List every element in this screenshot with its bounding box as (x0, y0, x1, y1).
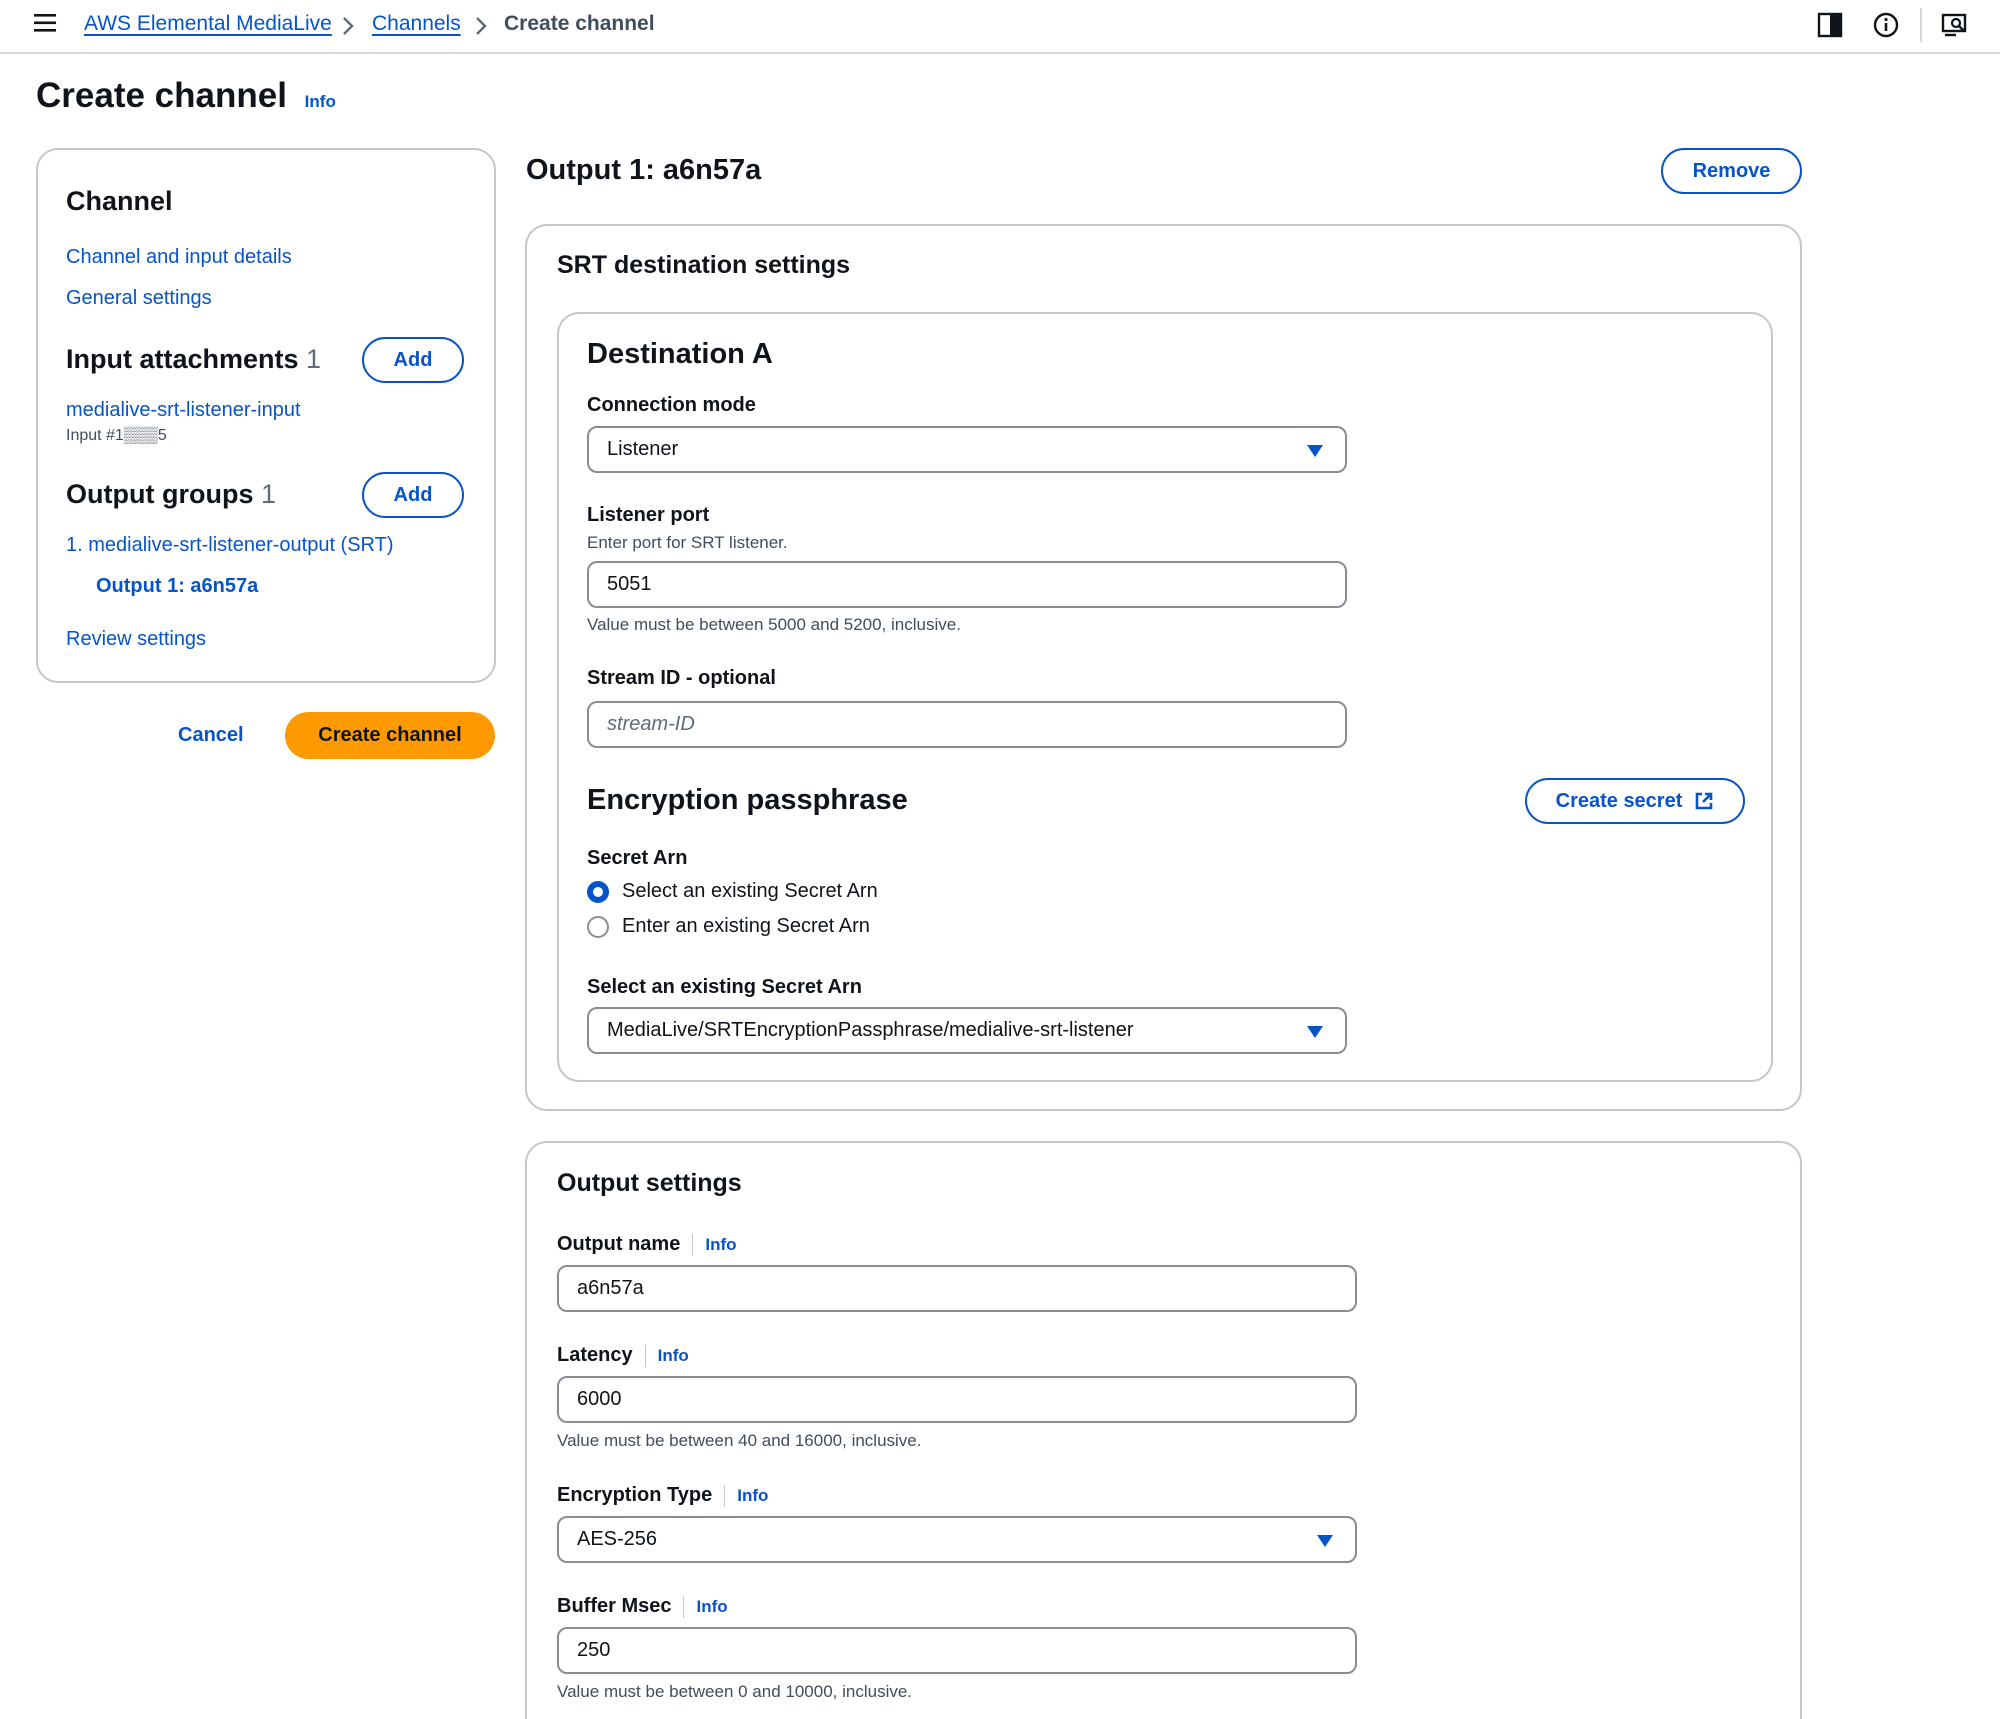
output-title: Output 1: a6n57a (526, 154, 762, 186)
nav-input-attachments-heading: Input attachments 1 (66, 344, 321, 375)
toolbar-divider (1920, 8, 1922, 42)
tutorial-panel-icon[interactable] (1940, 10, 1970, 40)
caret-down-icon (1317, 1535, 1333, 1547)
external-link-icon (1696, 792, 1713, 810)
breadcrumb-current: Create channel (504, 12, 655, 35)
nav-input-link[interactable]: medialive-srt-listener-input (66, 399, 301, 422)
remove-button[interactable]: Remove (1661, 148, 1802, 194)
secret-arn-value: MediaLive/SRTEncryptionPassphrase/medial… (607, 1019, 1134, 1041)
listener-port-value: 5051 (607, 573, 652, 595)
radio-select-existing-secret[interactable]: Select an existing Secret Arn (587, 880, 878, 903)
info-circle-icon[interactable] (1871, 10, 1901, 40)
output-name-label-text: Output name (557, 1233, 681, 1255)
latency-label: Latency Info (557, 1344, 689, 1367)
nav-output-group-item[interactable]: 1. medialive-srt-listener-output (SRT) (66, 534, 394, 557)
buffer-msec-info-link[interactable]: Info (696, 1597, 727, 1616)
destination-a-heading: Destination A (587, 338, 773, 370)
output-settings-heading: Output settings (557, 1169, 742, 1197)
stream-id-placeholder: stream-ID (607, 713, 695, 735)
add-input-button[interactable]: Add (362, 337, 464, 383)
encryption-type-select[interactable]: AES-256 (557, 1516, 1357, 1563)
output-settings-panel: Output settings Output name Info a6n57a L… (525, 1141, 1802, 1719)
secret-arn-select[interactable]: MediaLive/SRTEncryptionPassphrase/medial… (587, 1007, 1347, 1054)
select-secret-label: Select an existing Secret Arn (587, 976, 862, 998)
cancel-button[interactable]: Cancel (178, 724, 244, 747)
label-divider (644, 1344, 646, 1367)
encryption-type-label: Encryption Type Info (557, 1484, 768, 1507)
label-divider (683, 1595, 685, 1618)
radio-select-existing-label: Select an existing Secret Arn (622, 880, 878, 902)
breadcrumb-channels[interactable]: Channels (372, 12, 461, 36)
listener-port-description: Enter port for SRT listener. (587, 533, 788, 552)
encryption-type-label-text: Encryption Type (557, 1484, 713, 1506)
chevron-right-icon (343, 17, 354, 35)
listener-port-hint: Value must be between 5000 and 5200, inc… (587, 615, 961, 634)
latency-value: 6000 (577, 1388, 622, 1410)
stream-id-label: Stream ID - optional (587, 667, 776, 689)
nav-output-item-active[interactable]: Output 1: a6n57a (96, 575, 258, 598)
stream-id-input[interactable]: stream-ID (587, 701, 1347, 748)
wizard-navigation: Channel Channel and input details Genera… (36, 148, 496, 683)
caret-down-icon (1307, 1026, 1323, 1038)
latency-input[interactable]: 6000 (557, 1376, 1357, 1423)
encryption-type-value: AES-256 (577, 1528, 658, 1550)
page-title-text: Create channel (36, 76, 287, 115)
page-info-link[interactable]: Info (305, 92, 336, 111)
page-title: Create channel Info (36, 76, 336, 116)
breadcrumb-medialive[interactable]: AWS Elemental MediaLive (84, 12, 332, 36)
nav-output-groups-label: Output groups (66, 479, 254, 509)
latency-label-text: Latency (557, 1344, 633, 1366)
nav-output-groups-heading: Output groups 1 (66, 479, 276, 510)
hamburger-menu-icon[interactable] (34, 12, 58, 34)
label-divider (724, 1484, 726, 1507)
buffer-msec-hint: Value must be between 0 and 10000, inclu… (557, 1682, 913, 1701)
output-name-label: Output name Info (557, 1233, 737, 1256)
encryption-passphrase-heading: Encryption passphrase (587, 784, 908, 816)
add-output-group-button[interactable]: Add (362, 472, 464, 518)
radio-enter-existing-secret[interactable]: Enter an existing Secret Arn (587, 915, 870, 938)
latency-hint: Value must be between 40 and 16000, incl… (557, 1431, 922, 1450)
output-name-value: a6n57a (577, 1277, 644, 1299)
buffer-msec-value: 250 (577, 1639, 611, 1661)
connection-mode-value: Listener (607, 438, 679, 460)
split-panel-icon[interactable] (1815, 10, 1845, 40)
create-channel-button[interactable]: Create channel (285, 712, 495, 759)
nav-review-settings[interactable]: Review settings (66, 628, 206, 651)
radio-checked-icon[interactable] (587, 880, 609, 903)
connection-mode-select[interactable]: Listener (587, 426, 1347, 473)
label-divider (692, 1233, 694, 1256)
output-name-info-link[interactable]: Info (705, 1235, 736, 1254)
srt-settings-heading: SRT destination settings (557, 251, 851, 279)
nav-input-id: Input #1▒▒▒5 (66, 427, 167, 444)
connection-mode-label: Connection mode (587, 394, 756, 416)
destination-a-panel: Destination A Connection mode Listener L… (557, 312, 1773, 1082)
nav-general-settings[interactable]: General settings (66, 287, 212, 310)
listener-port-label: Listener port (587, 504, 710, 526)
output-name-input[interactable]: a6n57a (557, 1265, 1357, 1312)
radio-unchecked-icon[interactable] (587, 915, 609, 938)
nav-channel-heading: Channel (66, 186, 173, 216)
nav-input-attachments-label: Input attachments (66, 344, 299, 374)
encryption-type-info-link[interactable]: Info (737, 1486, 768, 1505)
caret-down-icon (1307, 445, 1323, 457)
create-secret-label: Create secret (1555, 789, 1683, 812)
radio-enter-existing-label: Enter an existing Secret Arn (622, 915, 870, 937)
nav-channel-input-details[interactable]: Channel and input details (66, 246, 292, 269)
listener-port-input[interactable]: 5051 (587, 561, 1347, 608)
nav-input-attachments-count: 1 (306, 344, 322, 374)
top-navigation-bar: AWS Elemental MediaLive Channels Create … (0, 0, 2000, 54)
create-secret-button[interactable]: Create secret (1525, 778, 1745, 824)
secret-arn-label: Secret Arn (587, 847, 688, 869)
chevron-right-icon (476, 17, 487, 35)
latency-info-link[interactable]: Info (658, 1346, 689, 1365)
buffer-msec-label: Buffer Msec Info (557, 1595, 728, 1618)
buffer-msec-input[interactable]: 250 (557, 1627, 1357, 1674)
nav-output-groups-count: 1 (260, 479, 277, 509)
buffer-msec-label-text: Buffer Msec (557, 1595, 672, 1617)
srt-destination-settings-panel: SRT destination settings Destination A C… (525, 224, 1802, 1111)
